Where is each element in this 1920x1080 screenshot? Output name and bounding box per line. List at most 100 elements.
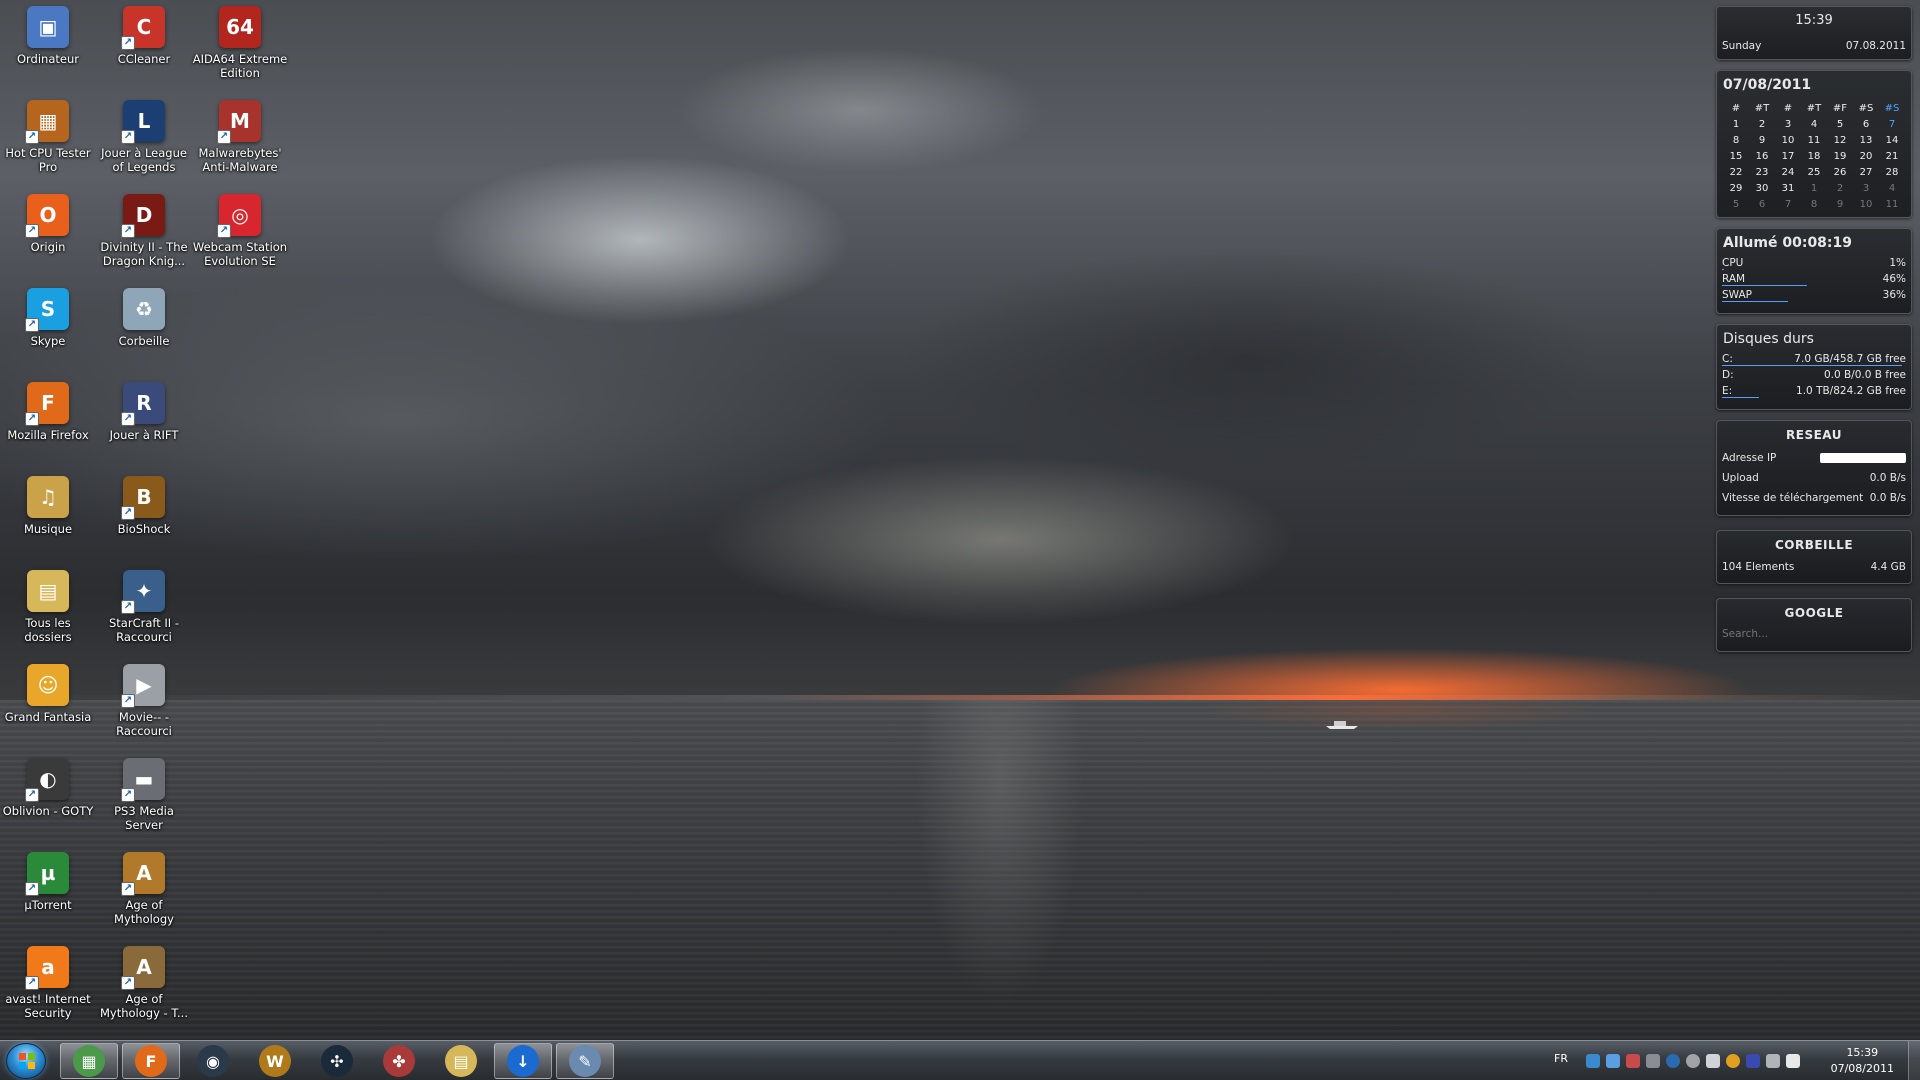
clock-gadget[interactable]: 15:39 Sunday 07.08.2011 xyxy=(1716,6,1912,60)
calendar-day[interactable]: 3 xyxy=(1853,181,1879,196)
flag-icon[interactable] xyxy=(1786,1054,1800,1068)
calendar-day[interactable]: 10 xyxy=(1853,197,1879,212)
desktop-icon-grand-fantasia[interactable]: ☺ Grand Fantasia xyxy=(0,658,96,750)
desktop-icon-skype[interactable]: S ↗ Skype xyxy=(0,282,96,374)
calendar-day[interactable]: 7 xyxy=(1879,117,1905,132)
desktop-icon-divinity[interactable]: D ↗ Divinity II - The Dragon Knig... xyxy=(96,188,192,280)
desktop-icon-oblivion[interactable]: ◐ ↗ Oblivion - GOTY xyxy=(0,752,96,844)
taskbar-button-explorer[interactable]: ▤ xyxy=(432,1043,490,1079)
desktop-icon-ps3-media-server[interactable]: ▬ ↗ PS3 Media Server xyxy=(96,752,192,844)
calendar-day[interactable]: 7 xyxy=(1775,197,1801,212)
desktop-icon-bioshock[interactable]: B ↗ BioShock xyxy=(96,470,192,562)
taskbar-button-fan[interactable]: ✣ xyxy=(308,1043,366,1079)
calendar-day[interactable]: 19 xyxy=(1827,149,1853,164)
network-gadget[interactable]: RESEAU Adresse IP Upload 0.0 B/s Vitesse… xyxy=(1716,420,1912,516)
language-indicator[interactable]: FR xyxy=(1554,1052,1568,1065)
desktop-icon-recycle-bin[interactable]: ♻ Corbeille xyxy=(96,282,192,374)
desktop-icon-starcraft[interactable]: ✦ ↗ StarCraft II - Raccourci xyxy=(96,564,192,656)
desktop-icon-computer[interactable]: ▣ Ordinateur xyxy=(0,0,96,92)
calendar-day[interactable]: 16 xyxy=(1749,149,1775,164)
calendar-day[interactable]: 5 xyxy=(1723,197,1749,212)
calendar-day[interactable]: 2 xyxy=(1827,181,1853,196)
desktop-icon-webcam[interactable]: ◎ ↗ Webcam Station Evolution SE xyxy=(192,188,288,280)
molecule-tray-icon[interactable] xyxy=(1626,1054,1640,1068)
start-button[interactable] xyxy=(6,1043,46,1079)
calendar-day[interactable]: 10 xyxy=(1775,133,1801,148)
desktop-icon-firefox[interactable]: F ↗ Mozilla Firefox xyxy=(0,376,96,468)
calendar-day[interactable]: 30 xyxy=(1749,181,1775,196)
taskbar-button-warcraft[interactable]: W xyxy=(246,1043,304,1079)
calendar-day[interactable]: 9 xyxy=(1827,197,1853,212)
calendar-day[interactable]: 27 xyxy=(1853,165,1879,180)
shortcut-arrow-icon: ↗ xyxy=(25,976,39,990)
calendar-day[interactable]: 13 xyxy=(1853,133,1879,148)
desktop-icon-age-of-mythology-titans[interactable]: A ↗ Age of Mythology - T... xyxy=(96,940,192,1032)
google-search-gadget[interactable]: GOOGLE xyxy=(1716,598,1912,652)
desktop-icon-origin[interactable]: O ↗ Origin xyxy=(0,188,96,280)
desktop-icon-utorrent[interactable]: µ ↗ µTorrent xyxy=(0,846,96,938)
drop-tray-icon[interactable] xyxy=(1686,1054,1700,1068)
calendar-day[interactable]: 17 xyxy=(1775,149,1801,164)
window-tray-icon[interactable] xyxy=(1606,1054,1620,1068)
desktop-icon-rift[interactable]: R ↗ Jouer à RIFT xyxy=(96,376,192,468)
google-search-input[interactable] xyxy=(1722,626,1906,642)
desktop-icon-malwarebytes[interactable]: M ↗ Malwarebytes' Anti-Malware xyxy=(192,94,288,186)
calendar-day[interactable]: 23 xyxy=(1749,165,1775,180)
taskbar-button-firefox[interactable]: F xyxy=(122,1043,180,1079)
recycle-bin-gadget[interactable]: CORBEILLE 104 Elements 4.4 GB xyxy=(1716,530,1912,584)
calendar-day[interactable]: 29 xyxy=(1723,181,1749,196)
display-tray-icon[interactable] xyxy=(1766,1054,1780,1068)
calendar-day[interactable]: 4 xyxy=(1801,117,1827,132)
calendar-day[interactable]: 8 xyxy=(1801,197,1827,212)
calendar-day[interactable]: 18 xyxy=(1801,149,1827,164)
network-tray-icon[interactable] xyxy=(1586,1054,1600,1068)
calendar-day[interactable]: 1 xyxy=(1801,181,1827,196)
show-desktop-button[interactable] xyxy=(1908,1041,1920,1080)
calendar-day[interactable]: 12 xyxy=(1827,133,1853,148)
gear-tray-icon[interactable] xyxy=(1646,1054,1660,1068)
calendar-day[interactable]: 6 xyxy=(1749,197,1775,212)
disks-gadget[interactable]: Disques durs C: 7.0 GB/458.7 GB free D: 0.0… xyxy=(1716,324,1912,410)
taskbar-button-download[interactable]: ↓ xyxy=(494,1043,552,1079)
calendar-day[interactable]: 2 xyxy=(1749,117,1775,132)
calendar-day[interactable]: 4 xyxy=(1879,181,1905,196)
calendar-day[interactable]: 26 xyxy=(1827,165,1853,180)
calendar-day[interactable]: 14 xyxy=(1879,133,1905,148)
calendar-day[interactable]: 21 xyxy=(1879,149,1905,164)
volume-icon[interactable] xyxy=(1706,1054,1720,1068)
calendar-day[interactable]: 24 xyxy=(1775,165,1801,180)
desktop-icon-aida64[interactable]: 64 AIDA64 Extreme Edition xyxy=(192,0,288,92)
avast-tray-icon[interactable] xyxy=(1726,1054,1740,1068)
calendar-day[interactable]: 28 xyxy=(1879,165,1905,180)
calendar-day[interactable]: 20 xyxy=(1853,149,1879,164)
calendar-day[interactable]: 9 xyxy=(1749,133,1775,148)
calendar-day[interactable]: 3 xyxy=(1775,117,1801,132)
desktop-icon-hot-cpu-tester[interactable]: ▦ ↗ Hot CPU Tester Pro xyxy=(0,94,96,186)
calendar-day[interactable]: 8 xyxy=(1723,133,1749,148)
desktop-icon-ccleaner[interactable]: C ↗ CCleaner xyxy=(96,0,192,92)
taskbar-clock[interactable]: 15:39 07/08/2011 xyxy=(1831,1045,1894,1077)
taskbar-button-steam[interactable]: ◉ xyxy=(184,1043,242,1079)
desktop-icon-age-of-mythology[interactable]: A ↗ Age of Mythology xyxy=(96,846,192,938)
taskbar-button-control-panel[interactable]: ▦ xyxy=(60,1043,118,1079)
calendar-day[interactable]: 15 xyxy=(1723,149,1749,164)
desktop-icon-movie[interactable]: ▶ ↗ Movie-- - Raccourci xyxy=(96,658,192,750)
bluetooth-tray-icon[interactable] xyxy=(1746,1054,1760,1068)
system-monitor-gadget[interactable]: Allumé 00:08:19 CPU 1% RAM 46% SWAP 36% xyxy=(1716,228,1912,314)
calendar-gadget[interactable]: 07/08/2011 # #T # #T #F #S #S 1 2 3 4 5 6 7 8 9 10 11 12 13… xyxy=(1716,70,1912,218)
calendar-day[interactable]: 11 xyxy=(1801,133,1827,148)
calendar-day[interactable]: 25 xyxy=(1801,165,1827,180)
desktop-icon-avast[interactable]: a ↗ avast! Internet Security xyxy=(0,940,96,1032)
calendar-day[interactable]: 11 xyxy=(1879,197,1905,212)
desktop-icon-league-of-legends[interactable]: L ↗ Jouer à League of Legends xyxy=(96,94,192,186)
desktop-icon-music-folder[interactable]: ♫ Musique xyxy=(0,470,96,562)
calendar-day[interactable]: 5 xyxy=(1827,117,1853,132)
calendar-day[interactable]: 31 xyxy=(1775,181,1801,196)
taskbar-button-paint[interactable]: ✎ xyxy=(556,1043,614,1079)
calendar-day[interactable]: 1 xyxy=(1723,117,1749,132)
taskbar-button-molecule[interactable]: ✤ xyxy=(370,1043,428,1079)
calendar-day[interactable]: 22 xyxy=(1723,165,1749,180)
search-tray-icon[interactable] xyxy=(1666,1054,1680,1068)
calendar-day[interactable]: 6 xyxy=(1853,117,1879,132)
desktop-icon-folders[interactable]: ▤ Tous les dossiers xyxy=(0,564,96,656)
